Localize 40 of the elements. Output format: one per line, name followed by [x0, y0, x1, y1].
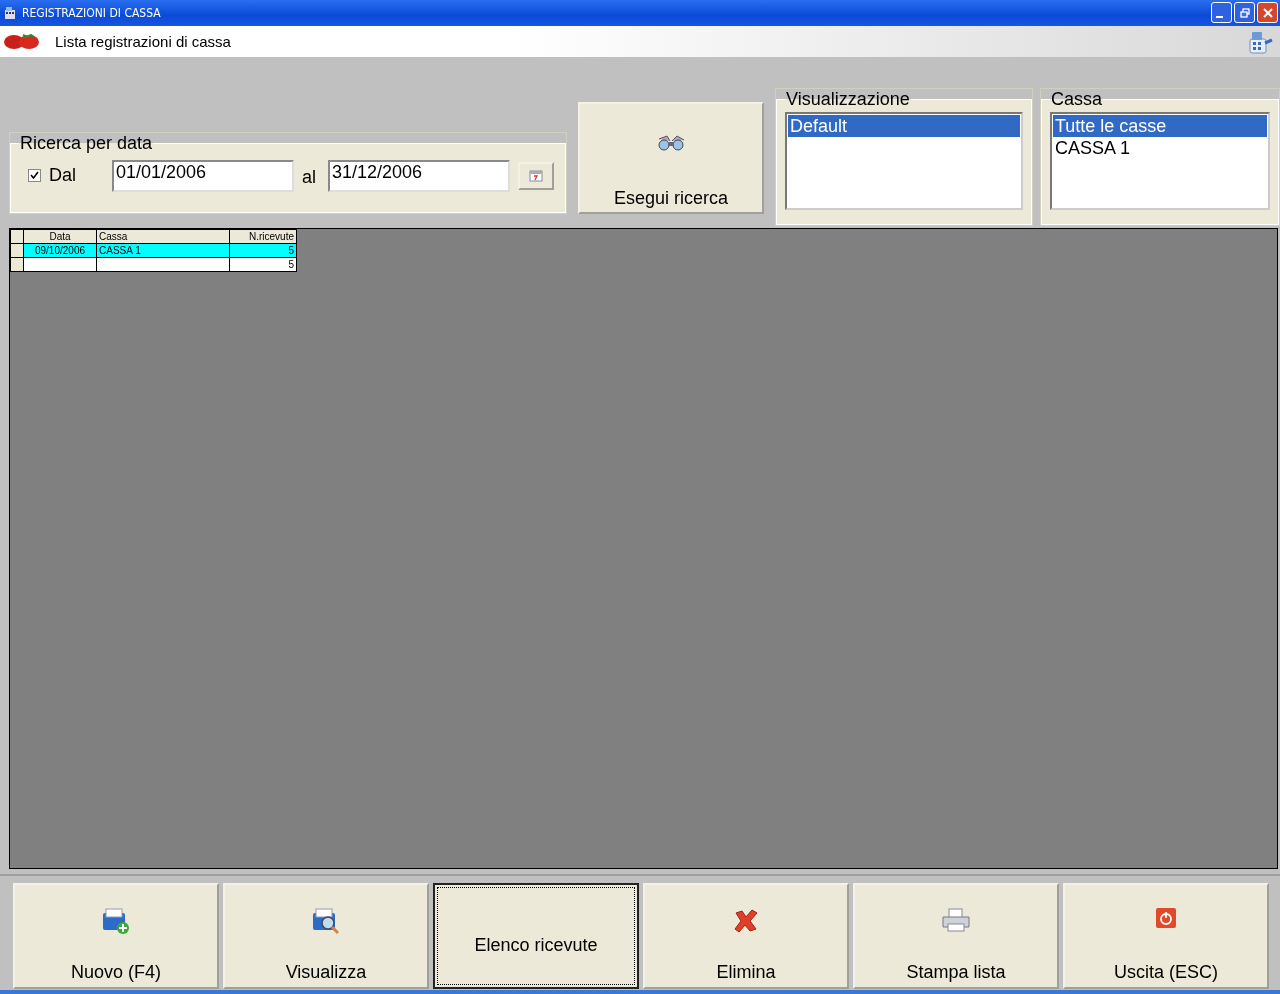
- column-header: Cassa: [96, 229, 230, 244]
- window-title: REGISTRAZIONI DI CASSA: [22, 6, 161, 20]
- printer-icon: [941, 907, 971, 934]
- list-item[interactable]: CASSA 1: [1053, 136, 1267, 159]
- group-legend: Visualizzazione: [785, 88, 911, 110]
- toolbar-button[interactable]: Visualizza: [223, 883, 429, 990]
- group-legend: Ricerca per data: [19, 132, 154, 154]
- date-from-field[interactable]: 01/01/2006: [112, 159, 294, 192]
- toolbar-button[interactable]: Stampa lista: [853, 883, 1059, 990]
- table-row[interactable]: 09/10/2006 CASSA 1 5: [10, 243, 297, 258]
- list-item[interactable]: Default: [788, 114, 1020, 137]
- page-title: Lista registrazioni di cassa: [55, 32, 231, 50]
- restore-icon: [1239, 8, 1250, 18]
- checkbox-label: Dal: [49, 165, 76, 187]
- folder-plus-icon: [101, 907, 131, 936]
- minimize-button[interactable]: [1211, 2, 1232, 24]
- toolbar-button[interactable]: Elimina: [643, 883, 849, 990]
- close-icon: [1262, 8, 1273, 18]
- date-to-field[interactable]: 31/12/2006: [328, 159, 511, 192]
- restore-button[interactable]: [1234, 2, 1255, 24]
- close-button[interactable]: [1257, 2, 1278, 24]
- table-row[interactable]: 5: [10, 257, 297, 272]
- minimize-icon: [1216, 16, 1223, 18]
- toolbar-button[interactable]: Elenco ricevute: [433, 883, 639, 990]
- calendar-button[interactable]: [518, 161, 555, 190]
- toolbar-button[interactable]: Nuovo (F4): [13, 883, 219, 990]
- column-header: Data: [23, 229, 97, 244]
- column-header: N.ricevute: [229, 229, 297, 244]
- checkbox[interactable]: [28, 169, 41, 183]
- group-legend: Cassa: [1050, 88, 1104, 110]
- folder-magnifier-icon: [311, 907, 341, 936]
- calendar-icon: [529, 169, 544, 183]
- search-button[interactable]: Esegui ricerca: [578, 101, 764, 214]
- cash-register-icon: [3, 6, 17, 20]
- to-label: al: [302, 167, 317, 189]
- strawberry-icon: [3, 32, 41, 51]
- toolbar-button[interactable]: Uscita (ESC): [1063, 883, 1269, 990]
- list-item[interactable]: Tutte le casse: [1053, 114, 1267, 137]
- binoculars-icon: [655, 133, 687, 152]
- power-icon: [1155, 907, 1177, 930]
